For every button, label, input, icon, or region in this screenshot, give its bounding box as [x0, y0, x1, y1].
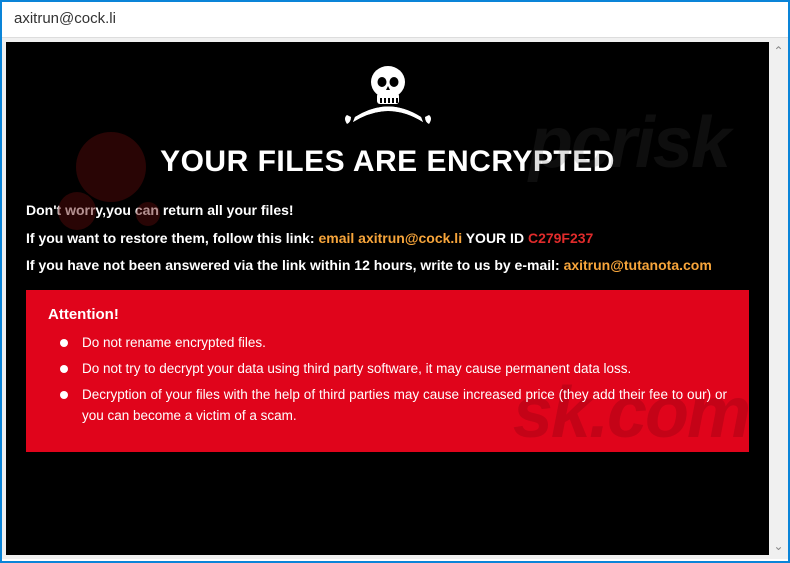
vertical-scrollbar[interactable]: ⌃ ⌄: [769, 38, 788, 559]
attention-title: Attention!: [48, 306, 727, 323]
window-title: axitrun@cock.li: [14, 10, 116, 27]
line-reassure: Don't worry,you can return all your file…: [26, 201, 749, 221]
attention-panel: Attention! Do not rename encrypted files…: [26, 290, 749, 452]
client-area: pcrisk sk.com: [2, 38, 788, 559]
ransom-note: pcrisk sk.com: [6, 42, 769, 555]
list-item: Do not rename encrypted files.: [82, 333, 727, 353]
attention-list: Do not rename encrypted files. Do not tr…: [48, 333, 727, 426]
watermark-dot: [58, 192, 96, 230]
line-contact-primary: If you want to restore them, follow this…: [26, 229, 749, 249]
text-email-prefix: email: [318, 230, 358, 246]
window-titlebar: axitrun@cock.li: [2, 2, 788, 38]
skull-icon: [26, 60, 749, 135]
watermark-dot: [136, 202, 160, 226]
scroll-down-icon[interactable]: ⌄: [773, 539, 783, 553]
primary-email: axitrun@cock.li: [358, 230, 462, 246]
content-wrap: pcrisk sk.com: [2, 38, 769, 559]
text-fragment: If you have not been answered via the li…: [26, 257, 564, 273]
secondary-email: axitrun@tutanota.com: [564, 257, 712, 273]
scroll-up-icon[interactable]: ⌃: [773, 44, 783, 58]
line-contact-secondary: If you have not been answered via the li…: [26, 256, 749, 276]
list-item: Do not try to decrypt your data using th…: [82, 359, 727, 379]
watermark-dot: [76, 132, 146, 202]
your-id-label: YOUR ID: [462, 230, 528, 246]
list-item: Decryption of your files with the help o…: [82, 385, 727, 426]
text-fragment: If you want to restore them, follow this…: [26, 230, 318, 246]
victim-id: C279F237: [528, 230, 593, 246]
